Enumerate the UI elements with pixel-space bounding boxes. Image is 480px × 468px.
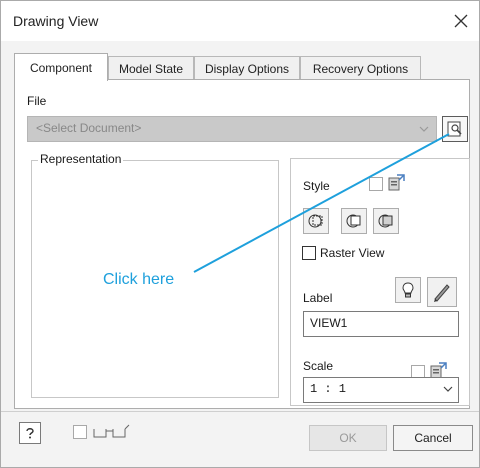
label-field-label: Label	[303, 291, 333, 305]
chevron-down-icon	[419, 126, 429, 132]
tab-component[interactable]: Component	[14, 53, 108, 81]
help-button[interactable]	[19, 422, 41, 444]
label-input-value: VIEW1	[310, 316, 348, 330]
drawing-view-dialog: Drawing View Component Model State Displ…	[0, 0, 480, 468]
light-bulb-icon	[402, 282, 414, 298]
label-input[interactable]: VIEW1	[303, 311, 459, 337]
chevron-down-icon	[443, 386, 453, 392]
footer-divider	[1, 411, 479, 412]
raster-view-label: Raster View	[320, 246, 385, 260]
close-icon	[454, 14, 468, 28]
tab-recovery-options[interactable]: Recovery Options	[300, 56, 421, 80]
scale-label: Scale	[303, 359, 334, 373]
title-bar: Drawing View	[1, 1, 479, 41]
representation-label: Representation	[38, 152, 124, 166]
style-hidden-line-button[interactable]	[303, 208, 329, 234]
raster-view-checkbox[interactable]	[302, 246, 316, 260]
close-button[interactable]	[449, 9, 473, 33]
cancel-button[interactable]: Cancel	[393, 425, 473, 451]
ok-button[interactable]: OK	[309, 425, 387, 451]
pencil-icon	[434, 284, 450, 302]
annotation-click-here: Click here	[103, 271, 175, 288]
tab-display-options[interactable]: Display Options	[194, 56, 300, 80]
dialog-title: Drawing View	[13, 13, 99, 29]
edit-label-button[interactable]	[427, 277, 457, 307]
style-from-base-icon	[388, 174, 405, 191]
file-select[interactable]: <Select Document>	[27, 116, 437, 142]
hidden-line-icon	[308, 214, 323, 228]
file-label: File	[27, 94, 47, 108]
file-select-placeholder: <Select Document>	[36, 121, 142, 135]
style-shaded-button[interactable]	[373, 208, 399, 234]
scale-select[interactable]: 1 : 1	[303, 377, 459, 403]
open-file-icon	[447, 121, 462, 137]
glasses-icon	[93, 424, 130, 438]
preview-checkbox[interactable]	[73, 425, 87, 439]
style-hidden-line-removed-button[interactable]	[341, 208, 367, 234]
help-icon	[26, 428, 34, 439]
style-from-base-checkbox[interactable]	[369, 177, 383, 191]
label-visibility-button[interactable]	[395, 277, 421, 303]
hidden-line-removed-icon	[346, 214, 361, 228]
style-label: Style	[303, 179, 330, 193]
browse-file-button[interactable]	[442, 116, 468, 142]
shaded-icon	[378, 214, 393, 228]
tab-model-state[interactable]: Model State	[108, 56, 194, 80]
scale-value: 1 : 1	[310, 382, 347, 396]
